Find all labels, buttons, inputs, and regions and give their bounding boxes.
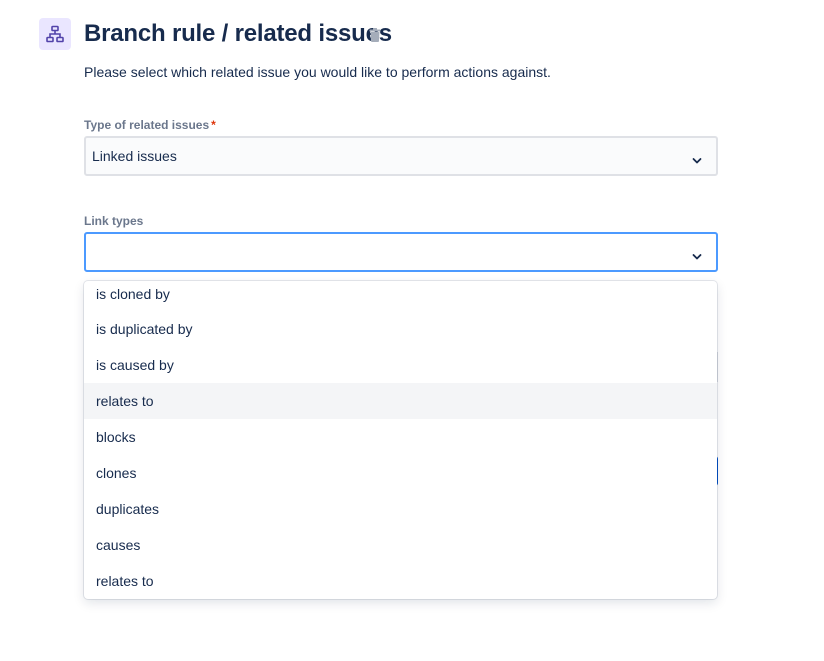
link-types-select[interactable]	[84, 232, 718, 272]
option-causes[interactable]: causes	[84, 527, 717, 563]
link-types-label: Link types	[84, 214, 144, 228]
option-relates-to[interactable]: relates to	[84, 383, 717, 419]
option-clones[interactable]: clones	[84, 455, 717, 491]
option-blocks[interactable]: blocks	[84, 419, 717, 455]
page-description: Please select which related issue you wo…	[84, 64, 551, 80]
option-relates-to-inward[interactable]: relates to	[84, 563, 717, 599]
trash-icon[interactable]	[369, 28, 383, 44]
chevron-down-icon	[692, 152, 702, 164]
related-type-label-text: Type of related issues	[84, 118, 210, 132]
related-type-label: Type of related issues *	[84, 117, 216, 133]
branch-rule-panel: Branch rule / related issues Please sele…	[0, 0, 824, 661]
option-duplicates[interactable]: duplicates	[84, 491, 717, 527]
chevron-down-icon	[692, 248, 702, 260]
related-type-select[interactable]: Linked issues	[84, 136, 718, 176]
option-is-duplicated-by[interactable]: is duplicated by	[84, 311, 717, 347]
related-type-value: Linked issues	[92, 148, 177, 164]
option-is-cloned-by[interactable]: is cloned by	[84, 281, 717, 311]
required-marker: *	[211, 118, 216, 132]
link-types-dropdown-menu: is cloned by is duplicated by is caused …	[84, 281, 717, 599]
branch-hierarchy-icon	[39, 18, 71, 50]
page-title: Branch rule / related issues	[84, 20, 392, 47]
option-is-caused-by[interactable]: is caused by	[84, 347, 717, 383]
